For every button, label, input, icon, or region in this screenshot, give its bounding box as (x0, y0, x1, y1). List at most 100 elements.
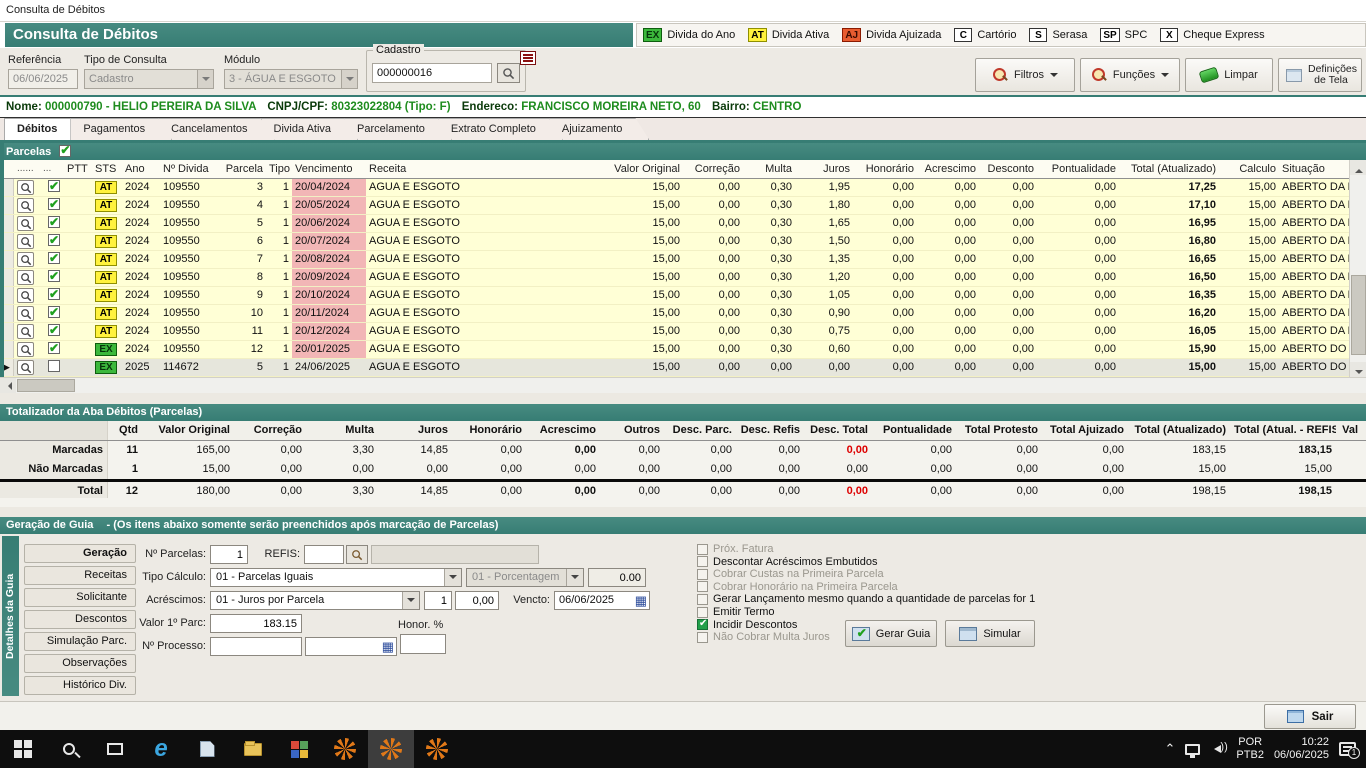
table-row[interactable]: AT20241095509120/10/2024AGUA E ESGOTO15,… (0, 287, 1366, 305)
row-search-icon[interactable] (17, 216, 34, 231)
guia-side-hist-rico-div-[interactable]: Histórico Div. (24, 676, 136, 695)
tab-ajuizamento[interactable]: Ajuizamento (549, 118, 650, 140)
row-search-icon[interactable] (17, 180, 34, 195)
acrescimos-select[interactable]: 01 - Juros por Parcela (210, 591, 420, 610)
scroll-left-icon[interactable] (0, 378, 16, 393)
row-search-icon[interactable] (17, 270, 34, 285)
parcelas-checkbox[interactable] (59, 145, 71, 157)
row-search-icon[interactable] (17, 234, 34, 249)
checkbox[interactable] (697, 632, 708, 643)
modulo-select[interactable]: 3 - ÁGUA E ESGOTO (224, 69, 358, 89)
row-checkbox[interactable] (48, 198, 60, 210)
checkbox[interactable] (697, 544, 708, 555)
table-row[interactable]: EX202410955012120/01/2025AGUA E ESGOTO15… (0, 341, 1366, 359)
valor-parc-input[interactable] (210, 614, 302, 633)
tab-extrato-completo[interactable]: Extrato Completo (438, 118, 563, 140)
list-icon[interactable] (520, 51, 536, 65)
table-row[interactable]: AT202410955011120/12/2024AGUA E ESGOTO15… (0, 323, 1366, 341)
table-row[interactable]: AT202410955010120/11/2024AGUA E ESGOTO15… (0, 305, 1366, 323)
tab-cancelamentos[interactable]: Cancelamentos (158, 118, 274, 140)
row-search-icon[interactable] (17, 360, 34, 375)
clock[interactable]: 10:2206/06/2025 (1274, 736, 1329, 762)
table-row[interactable]: AT20241095503120/04/2024AGUA E ESGOTO15,… (0, 179, 1366, 197)
table-row[interactable]: AT20241095507120/08/2024AGUA E ESGOTO15,… (0, 251, 1366, 269)
row-search-icon[interactable] (17, 198, 34, 213)
network-icon[interactable] (1185, 744, 1200, 755)
checkbox[interactable] (697, 581, 708, 592)
processo-input[interactable] (210, 637, 302, 656)
tab-parcelamento[interactable]: Parcelamento (344, 118, 452, 140)
app-window-2-button[interactable] (368, 730, 414, 768)
row-checkbox[interactable] (48, 324, 60, 336)
row-checkbox[interactable] (48, 306, 60, 318)
vertical-scrollbar[interactable] (1349, 160, 1366, 377)
language-indicator[interactable]: PORPTB2 (1236, 736, 1264, 762)
porcentagem-input[interactable] (588, 568, 646, 587)
scrollbar-thumb[interactable] (17, 379, 75, 392)
row-checkbox[interactable] (48, 288, 60, 300)
app-window-1-button[interactable] (322, 730, 368, 768)
processo-input-2[interactable]: ▦ (305, 637, 397, 656)
checkbox[interactable] (697, 569, 708, 580)
table-row[interactable]: ▶EX20251146725124/06/2025AGUA E ESGOTO15… (0, 359, 1366, 377)
filtros-button[interactable]: Filtros (975, 58, 1075, 92)
document-app-button[interactable] (184, 730, 230, 768)
sair-button[interactable]: Sair (1264, 704, 1356, 729)
table-row[interactable]: AT20241095505120/06/2024AGUA E ESGOTO15,… (0, 215, 1366, 233)
table-row[interactable]: AT20241095508120/09/2024AGUA E ESGOTO15,… (0, 269, 1366, 287)
row-checkbox[interactable] (48, 216, 60, 228)
tab-divida-ativa[interactable]: Divida Ativa (261, 118, 358, 140)
tab-pagamentos[interactable]: Pagamentos (70, 118, 172, 140)
scroll-down-icon[interactable] (1350, 362, 1366, 377)
gerar-guia-button[interactable]: Gerar Guia (845, 620, 937, 647)
row-search-icon[interactable] (17, 342, 34, 357)
porcentagem-select[interactable]: 01 - Porcentagem (466, 568, 584, 587)
tray-expand-icon[interactable]: ⌃ (1165, 741, 1176, 757)
row-search-icon[interactable] (17, 252, 34, 267)
refis-input[interactable] (304, 545, 344, 564)
honor-input[interactable] (400, 634, 446, 654)
refis-search-icon[interactable] (346, 545, 368, 564)
tipo-consulta-select[interactable]: Cadastro (84, 69, 214, 89)
vencto-input[interactable]: 06/06/2025▦ (554, 591, 650, 610)
browser-button[interactable]: e (138, 730, 184, 768)
referencia-input[interactable] (8, 69, 78, 89)
tipo-calculo-select[interactable]: 01 - Parcelas Iguais (210, 568, 462, 587)
simular-button[interactable]: Simular (945, 620, 1035, 647)
funcoes-button[interactable]: Funções (1080, 58, 1180, 92)
app-window-3-button[interactable] (414, 730, 460, 768)
checkbox[interactable] (697, 594, 708, 605)
calendar-icon[interactable]: ▦ (635, 594, 647, 607)
checkbox[interactable] (697, 556, 708, 567)
scroll-up-icon[interactable] (1350, 160, 1366, 175)
checkbox[interactable] (697, 607, 708, 618)
notification-icon[interactable]: 1 (1339, 742, 1356, 756)
row-checkbox[interactable] (48, 270, 60, 282)
n-parcelas-input[interactable] (210, 545, 248, 564)
table-row[interactable]: AT20241095504120/05/2024AGUA E ESGOTO15,… (0, 197, 1366, 215)
taskbar-search-button[interactable] (46, 730, 92, 768)
row-checkbox[interactable] (48, 252, 60, 264)
row-search-icon[interactable] (17, 288, 34, 303)
media-app-button[interactable] (276, 730, 322, 768)
grid-icon[interactable]: ▦ (382, 640, 394, 653)
row-checkbox[interactable] (48, 180, 60, 192)
checkbox[interactable] (697, 619, 708, 630)
limpar-button[interactable]: Limpar (1185, 58, 1273, 92)
scrollbar-thumb[interactable] (1351, 275, 1366, 355)
row-checkbox[interactable] (48, 360, 60, 372)
table-row[interactable]: AT20241095506120/07/2024AGUA E ESGOTO15,… (0, 233, 1366, 251)
task-view-button[interactable] (92, 730, 138, 768)
start-button[interactable] (0, 730, 46, 768)
row-search-icon[interactable] (17, 306, 34, 321)
volume-icon[interactable] (1210, 743, 1226, 755)
row-checkbox[interactable] (48, 342, 60, 354)
cadastro-search-icon[interactable] (497, 63, 520, 83)
definicoes-tela-button[interactable]: Definições de Tela (1278, 58, 1362, 92)
acrescimos-valor-input[interactable] (455, 591, 499, 610)
guia-side-tab[interactable]: Detalhes da Guia (2, 536, 19, 696)
acrescimos-qtd-input[interactable] (424, 591, 452, 610)
guia-side-observa-es[interactable]: Observações (24, 654, 136, 673)
cadastro-input[interactable] (372, 63, 492, 83)
file-explorer-button[interactable] (230, 730, 276, 768)
